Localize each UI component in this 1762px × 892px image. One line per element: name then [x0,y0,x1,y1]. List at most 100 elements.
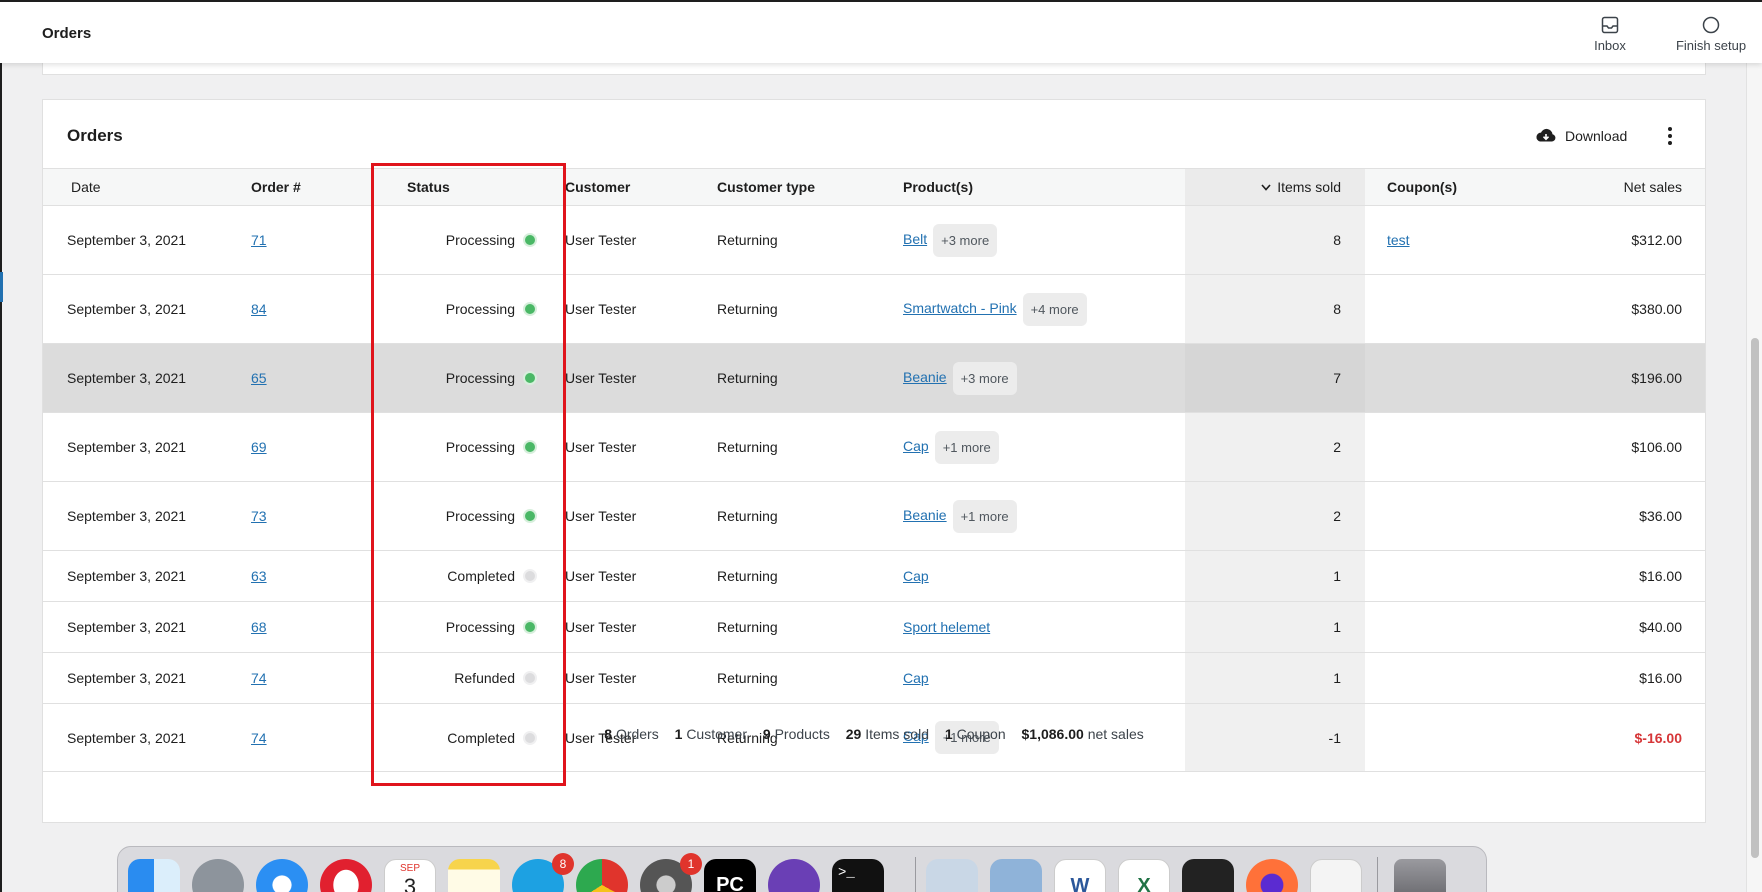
product-link[interactable]: Beanie [903,507,947,523]
table-row[interactable]: September 3, 2021 73 Processing User Tester… [43,481,1705,551]
order-link[interactable]: 65 [251,370,267,386]
scrollbar-thumb[interactable] [1751,338,1759,858]
firefox-icon[interactable] [1246,859,1298,892]
more-products-chip[interactable]: +3 more [952,361,1017,395]
table-row[interactable]: September 3, 2021 68 Processing User Tester… [43,601,1705,653]
orders-table: Date Order # Status Customer Customer ty… [43,168,1705,772]
header-order[interactable]: Order # [251,168,385,206]
more-options-icon[interactable] [1660,124,1680,148]
cell-customer: User Tester [565,601,717,653]
textedit-icon[interactable] [1310,859,1362,892]
net-sales-value: $16.00 [1639,670,1682,686]
calendar-icon[interactable]: SEP 3 [384,859,436,892]
more-products-chip[interactable]: +1 more [952,499,1017,533]
table-row[interactable]: September 3, 2021 69 Processing User Tester… [43,412,1705,482]
download-button[interactable]: Download [1535,124,1627,148]
status-label: Completed [447,568,515,584]
trash-icon[interactable] [1394,859,1446,892]
cell-net-sales: $380.00 [1525,274,1705,344]
summary-orders: 8 Orders [604,726,659,742]
product-link[interactable]: Cap [903,670,929,686]
status-label: Processing [445,508,515,524]
order-link[interactable]: 69 [251,439,267,455]
cell-order: 63 [251,550,385,602]
table-row[interactable]: September 3, 2021 71 Processing User Tester… [43,205,1705,275]
status-dot-icon [523,569,537,583]
product-link[interactable]: Belt [903,231,927,247]
header-products[interactable]: Product(s) [903,168,1185,206]
screen-recorder-icon[interactable] [1182,859,1234,892]
cell-coupons [1365,343,1525,413]
cell-products: Cap +1 more [903,412,1185,482]
product-link[interactable]: Cap [903,438,929,454]
table-row[interactable]: September 3, 2021 65 Processing User Tester… [43,343,1705,413]
cell-products: Cap [903,550,1185,602]
header-customer-type[interactable]: Customer type [717,168,903,206]
net-sales-value: $106.00 [1631,439,1682,455]
cell-date: September 3, 2021 [43,343,251,413]
cell-net-sales: $16.00 [1525,550,1705,602]
preview-icon[interactable] [990,859,1042,892]
cell-status: Processing [385,205,565,275]
download-label: Download [1565,128,1628,144]
terminal-icon[interactable]: >_ [832,859,884,892]
chrome-icon[interactable] [576,859,628,892]
net-sales-value: $36.00 [1639,508,1682,524]
orders-card: Orders Download Date Order # Status Cust… [42,99,1706,823]
status-dot-icon [523,509,537,523]
order-link[interactable]: 63 [251,568,267,584]
cell-customer: User Tester [565,274,717,344]
cell-coupons [1365,481,1525,551]
header-items-sold[interactable]: Items sold [1185,168,1365,206]
cloud-download-icon [1536,128,1556,142]
cell-order: 84 [251,274,385,344]
excel-icon[interactable]: X [1118,859,1170,892]
table-row[interactable]: September 3, 2021 63 Completed User Tester R… [43,550,1705,602]
product-link[interactable]: Smartwatch - Pink [903,300,1017,316]
finish-setup-button[interactable]: Finish setup [1656,16,1762,53]
more-products-chip[interactable]: +3 more [933,223,998,257]
header-coupons[interactable]: Coupon(s) [1365,168,1525,206]
opera-icon[interactable] [320,859,372,892]
product-link[interactable]: Beanie [903,369,947,385]
table-row[interactable]: September 3, 2021 84 Processing User Tester… [43,274,1705,344]
more-products-chip[interactable]: +4 more [1022,292,1087,326]
header-net-sales[interactable]: Net sales [1525,168,1705,206]
order-link[interactable]: 84 [251,301,267,317]
settings-badge: 1 [680,853,702,875]
cell-items-sold: 2 [1185,412,1365,482]
tor-browser-icon[interactable] [768,859,820,892]
order-link[interactable]: 71 [251,232,267,248]
notes-icon[interactable] [448,859,500,892]
order-link[interactable]: 73 [251,508,267,524]
order-link[interactable]: 74 [251,670,267,686]
header-customer[interactable]: Customer [565,168,717,206]
net-sales-value: $16.00 [1639,568,1682,584]
order-link[interactable]: 68 [251,619,267,635]
finder-icon[interactable] [128,859,180,892]
mail-icon[interactable] [926,859,978,892]
net-sales-value: $380.00 [1631,301,1682,317]
cell-items-sold: 8 [1185,205,1365,275]
cell-products: Cap [903,652,1185,704]
cell-customer-type: Returning [717,652,903,704]
status-label: Processing [445,439,515,455]
pycharm-icon[interactable]: PC [704,859,756,892]
table-row[interactable]: September 3, 2021 74 Refunded User Tester Re… [43,652,1705,704]
finish-setup-label: Finish setup [1675,38,1747,53]
inbox-label: Inbox [1594,38,1626,53]
product-link[interactable]: Cap [903,568,929,584]
safari-icon[interactable] [256,859,308,892]
coupon-link[interactable]: test [1387,232,1410,248]
cell-customer: User Tester [565,343,717,413]
header-date[interactable]: Date [43,168,251,206]
launchpad-icon[interactable] [192,859,244,892]
macos-dock: SEP 3 8 1 PC >_ W X [117,846,1487,892]
product-link[interactable]: Sport helemet [903,619,990,635]
header-status[interactable]: Status [385,168,565,206]
inbox-button[interactable]: Inbox [1590,16,1630,53]
more-products-chip[interactable]: +1 more [934,430,999,464]
cell-date: September 3, 2021 [43,652,251,704]
word-icon[interactable]: W [1054,859,1106,892]
page-scrollbar[interactable] [1746,63,1762,892]
